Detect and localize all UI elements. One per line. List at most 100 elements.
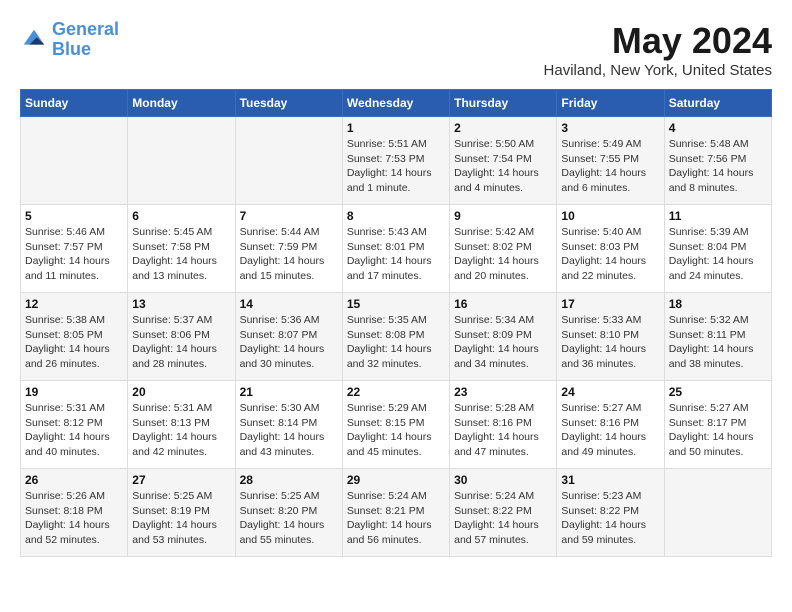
calendar-cell: 22 Sunrise: 5:29 AMSunset: 8:15 PMDayligh… <box>342 381 449 469</box>
weekday-header-thursday: Thursday <box>450 90 557 117</box>
calendar-cell: 11 Sunrise: 5:39 AMSunset: 8:04 PMDayligh… <box>664 205 771 293</box>
calendar-week-row: 12Sunrise: 5:38 AMSunset: 8:05 PMDayligh… <box>21 293 772 381</box>
day-info: Sunrise: 5:38 AMSunset: 8:05 PMDaylight:… <box>25 313 123 372</box>
day-info: Sunrise: 5:48 AMSunset: 7:56 PMDaylight:… <box>669 137 767 196</box>
day-info: Sunrise: 5:26 AMSunset: 8:18 PMDaylight:… <box>25 489 123 548</box>
day-number: 16 <box>454 297 552 311</box>
day-info: Sunrise: 5:25 AMSunset: 8:19 PMDaylight:… <box>132 489 230 548</box>
logo-text: General <box>52 20 119 40</box>
day-number: 26 <box>25 473 123 487</box>
day-number: 28 <box>240 473 338 487</box>
calendar-cell: 26 Sunrise: 5:26 AMSunset: 8:18 PMDayligh… <box>21 469 128 557</box>
location: Haviland, New York, United States <box>544 62 772 79</box>
calendar-cell: 27 Sunrise: 5:25 AMSunset: 8:19 PMDayligh… <box>128 469 235 557</box>
day-info: Sunrise: 5:44 AMSunset: 7:59 PMDaylight:… <box>240 225 338 284</box>
day-number: 9 <box>454 209 552 223</box>
calendar-cell: 16 Sunrise: 5:34 AMSunset: 8:09 PMDayligh… <box>450 293 557 381</box>
calendar-cell: 15Sunrise: 5:35 AMSunset: 8:08 PMDayligh… <box>342 293 449 381</box>
calendar-cell: 7 Sunrise: 5:44 AMSunset: 7:59 PMDaylight… <box>235 205 342 293</box>
day-info: Sunrise: 5:43 AMSunset: 8:01 PMDaylight:… <box>347 225 445 284</box>
day-info: Sunrise: 5:51 AMSunset: 7:53 PMDaylight:… <box>347 137 445 196</box>
title-block: May 2024 Haviland, New York, United Stat… <box>544 20 772 79</box>
calendar-cell: 5Sunrise: 5:46 AMSunset: 7:57 PMDaylight… <box>21 205 128 293</box>
calendar-cell: 21 Sunrise: 5:30 AMSunset: 8:14 PMDayligh… <box>235 381 342 469</box>
day-info: Sunrise: 5:29 AMSunset: 8:15 PMDaylight:… <box>347 401 445 460</box>
day-number: 7 <box>240 209 338 223</box>
day-number: 30 <box>454 473 552 487</box>
day-info: Sunrise: 5:33 AMSunset: 8:10 PMDaylight:… <box>561 313 659 372</box>
day-number: 18 <box>669 297 767 311</box>
day-info: Sunrise: 5:27 AMSunset: 8:16 PMDaylight:… <box>561 401 659 460</box>
day-number: 19 <box>25 385 123 399</box>
day-info: Sunrise: 5:24 AMSunset: 8:21 PMDaylight:… <box>347 489 445 548</box>
day-number: 29 <box>347 473 445 487</box>
day-number: 4 <box>669 121 767 135</box>
calendar-cell: 9Sunrise: 5:42 AMSunset: 8:02 PMDaylight… <box>450 205 557 293</box>
day-info: Sunrise: 5:37 AMSunset: 8:06 PMDaylight:… <box>132 313 230 372</box>
day-info: Sunrise: 5:30 AMSunset: 8:14 PMDaylight:… <box>240 401 338 460</box>
day-number: 11 <box>669 209 767 223</box>
calendar-cell <box>664 469 771 557</box>
day-info: Sunrise: 5:34 AMSunset: 8:09 PMDaylight:… <box>454 313 552 372</box>
day-number: 31 <box>561 473 659 487</box>
calendar-cell: 6 Sunrise: 5:45 AMSunset: 7:58 PMDaylight… <box>128 205 235 293</box>
calendar-cell: 3 Sunrise: 5:49 AMSunset: 7:55 PMDaylight… <box>557 117 664 205</box>
day-info: Sunrise: 5:31 AMSunset: 8:13 PMDaylight:… <box>132 401 230 460</box>
day-info: Sunrise: 5:45 AMSunset: 7:58 PMDaylight:… <box>132 225 230 284</box>
calendar-cell: 23 Sunrise: 5:28 AMSunset: 8:16 PMDayligh… <box>450 381 557 469</box>
day-number: 27 <box>132 473 230 487</box>
calendar-cell: 8 Sunrise: 5:43 AMSunset: 8:01 PMDaylight… <box>342 205 449 293</box>
day-number: 24 <box>561 385 659 399</box>
calendar-cell: 31 Sunrise: 5:23 AMSunset: 8:22 PMDayligh… <box>557 469 664 557</box>
calendar-cell: 4 Sunrise: 5:48 AMSunset: 7:56 PMDaylight… <box>664 117 771 205</box>
calendar-cell: 25 Sunrise: 5:27 AMSunset: 8:17 PMDayligh… <box>664 381 771 469</box>
day-info: Sunrise: 5:36 AMSunset: 8:07 PMDaylight:… <box>240 313 338 372</box>
calendar-week-row: 19Sunrise: 5:31 AMSunset: 8:12 PMDayligh… <box>21 381 772 469</box>
day-number: 25 <box>669 385 767 399</box>
day-number: 5 <box>25 209 123 223</box>
calendar-week-row: 26 Sunrise: 5:26 AMSunset: 8:18 PMDayligh… <box>21 469 772 557</box>
calendar-cell: 10 Sunrise: 5:40 AMSunset: 8:03 PMDayligh… <box>557 205 664 293</box>
logo-icon <box>20 26 48 54</box>
day-number: 15 <box>347 297 445 311</box>
weekday-header-tuesday: Tuesday <box>235 90 342 117</box>
calendar-cell: 2Sunrise: 5:50 AMSunset: 7:54 PMDaylight… <box>450 117 557 205</box>
calendar-cell: 29 Sunrise: 5:24 AMSunset: 8:21 PMDayligh… <box>342 469 449 557</box>
day-info: Sunrise: 5:25 AMSunset: 8:20 PMDaylight:… <box>240 489 338 548</box>
logo: General Blue <box>20 20 119 60</box>
calendar-cell <box>128 117 235 205</box>
weekday-header-row: SundayMondayTuesdayWednesdayThursdayFrid… <box>21 90 772 117</box>
day-number: 3 <box>561 121 659 135</box>
calendar-cell: 19Sunrise: 5:31 AMSunset: 8:12 PMDayligh… <box>21 381 128 469</box>
calendar-week-row: 1Sunrise: 5:51 AMSunset: 7:53 PMDaylight… <box>21 117 772 205</box>
day-number: 23 <box>454 385 552 399</box>
page-header: General Blue May 2024 Haviland, New York… <box>20 20 772 79</box>
day-info: Sunrise: 5:40 AMSunset: 8:03 PMDaylight:… <box>561 225 659 284</box>
day-number: 22 <box>347 385 445 399</box>
calendar-cell <box>21 117 128 205</box>
weekday-header-sunday: Sunday <box>21 90 128 117</box>
day-number: 8 <box>347 209 445 223</box>
weekday-header-friday: Friday <box>557 90 664 117</box>
calendar-cell <box>235 117 342 205</box>
calendar-cell: 13 Sunrise: 5:37 AMSunset: 8:06 PMDayligh… <box>128 293 235 381</box>
day-info: Sunrise: 5:28 AMSunset: 8:16 PMDaylight:… <box>454 401 552 460</box>
day-info: Sunrise: 5:23 AMSunset: 8:22 PMDaylight:… <box>561 489 659 548</box>
day-info: Sunrise: 5:24 AMSunset: 8:22 PMDaylight:… <box>454 489 552 548</box>
day-number: 10 <box>561 209 659 223</box>
day-number: 6 <box>132 209 230 223</box>
day-info: Sunrise: 5:39 AMSunset: 8:04 PMDaylight:… <box>669 225 767 284</box>
weekday-header-monday: Monday <box>128 90 235 117</box>
month-title: May 2024 <box>544 20 772 62</box>
day-info: Sunrise: 5:32 AMSunset: 8:11 PMDaylight:… <box>669 313 767 372</box>
calendar-cell: 30 Sunrise: 5:24 AMSunset: 8:22 PMDayligh… <box>450 469 557 557</box>
day-info: Sunrise: 5:27 AMSunset: 8:17 PMDaylight:… <box>669 401 767 460</box>
calendar-cell: 28 Sunrise: 5:25 AMSunset: 8:20 PMDayligh… <box>235 469 342 557</box>
calendar-cell: 24 Sunrise: 5:27 AMSunset: 8:16 PMDayligh… <box>557 381 664 469</box>
day-number: 13 <box>132 297 230 311</box>
day-number: 21 <box>240 385 338 399</box>
day-number: 2 <box>454 121 552 135</box>
day-info: Sunrise: 5:49 AMSunset: 7:55 PMDaylight:… <box>561 137 659 196</box>
calendar-cell: 18 Sunrise: 5:32 AMSunset: 8:11 PMDayligh… <box>664 293 771 381</box>
day-number: 20 <box>132 385 230 399</box>
